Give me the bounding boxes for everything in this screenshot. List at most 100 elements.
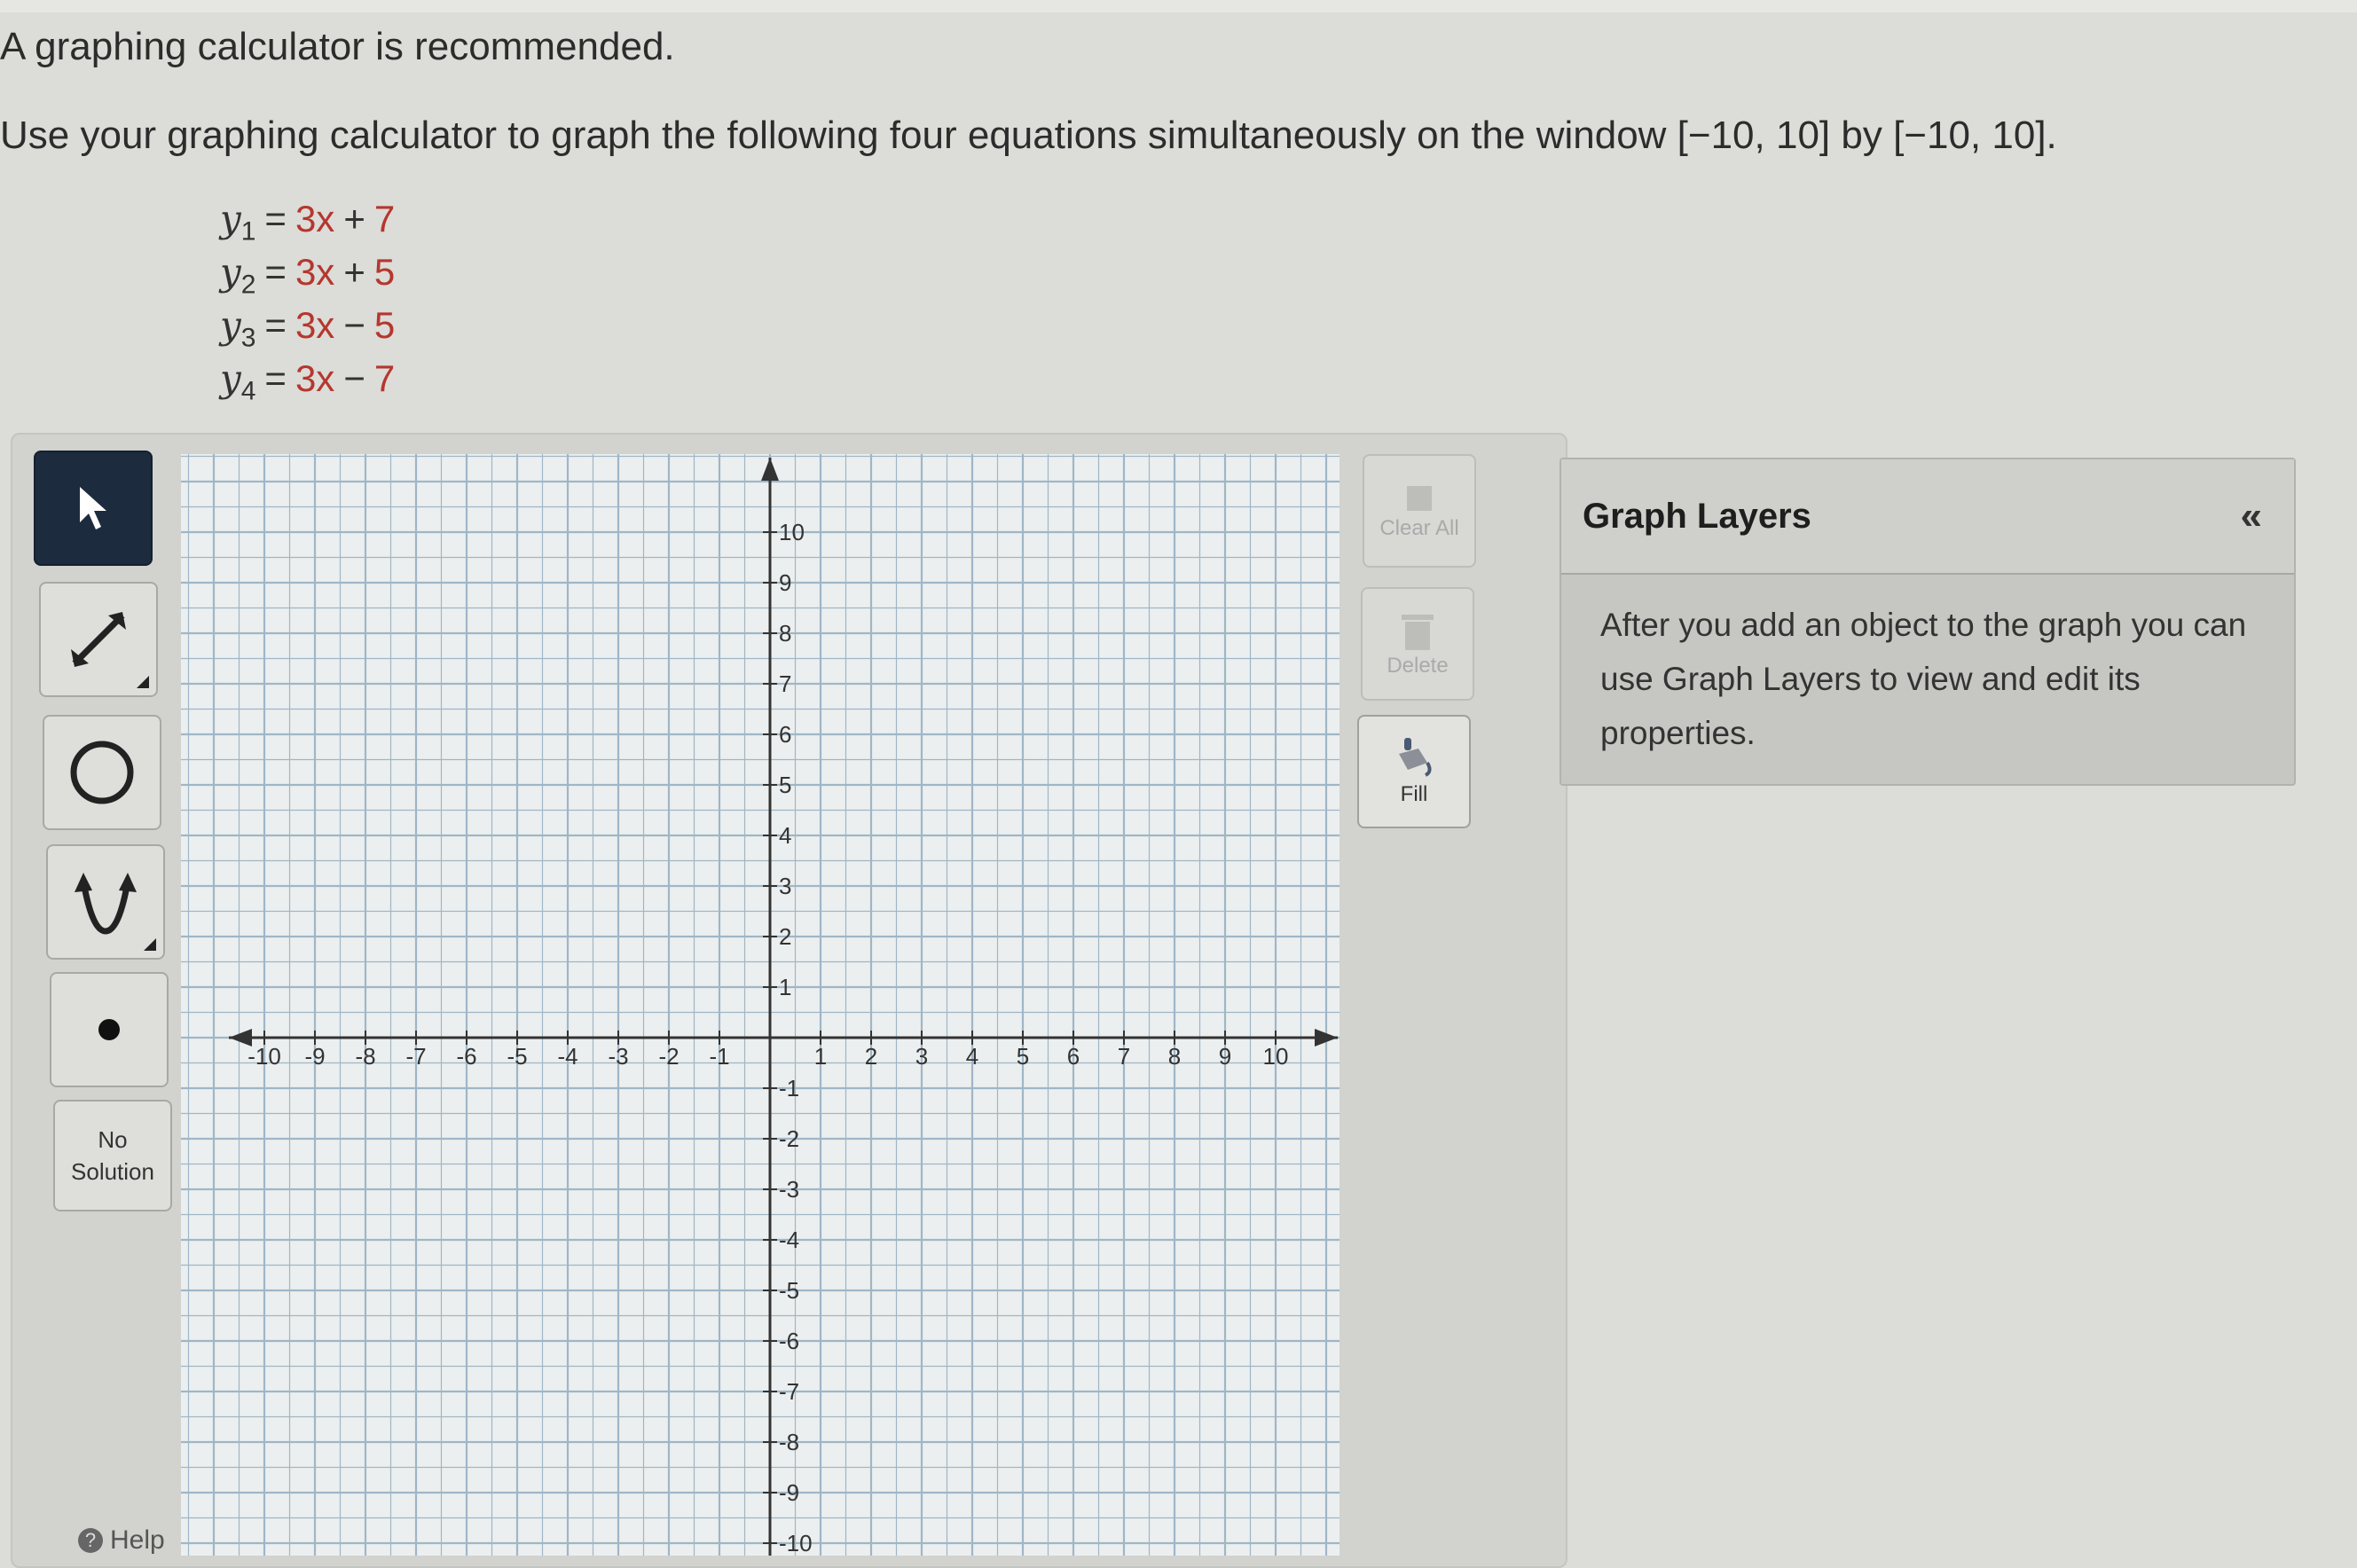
instruction-text: Use your graphing calculator to graph th… bbox=[0, 114, 2057, 157]
equation-2: y2 = 3x +5 bbox=[220, 250, 395, 303]
line-segment-icon bbox=[71, 612, 126, 667]
equation-4: y4 = 3x −7 bbox=[220, 357, 395, 410]
equation-var: y4 bbox=[220, 357, 256, 406]
cursor-arrow-icon bbox=[80, 487, 106, 529]
y-tick-label: 9 bbox=[779, 569, 791, 596]
point-icon bbox=[98, 1019, 120, 1040]
y-tick-label: 2 bbox=[779, 923, 791, 950]
y-tick-label: -6 bbox=[779, 1328, 799, 1354]
equation-operator: − bbox=[343, 357, 365, 399]
paint-bucket-icon bbox=[1399, 738, 1432, 777]
x-tick-label: 9 bbox=[1219, 1043, 1231, 1070]
equation-var: y3 bbox=[220, 303, 256, 353]
circle-tool-button[interactable] bbox=[43, 715, 161, 830]
delete-label: Delete bbox=[1387, 654, 1449, 678]
x-tick-label: 4 bbox=[966, 1043, 978, 1070]
no-solution-label: No Solution bbox=[71, 1126, 154, 1185]
clear-all-icon bbox=[1407, 486, 1432, 511]
equation-term: 3x bbox=[295, 198, 335, 239]
x-tick-label: -8 bbox=[355, 1043, 375, 1070]
x-tick-label: -6 bbox=[456, 1043, 476, 1070]
parabola-tool-button[interactable] bbox=[46, 844, 165, 960]
equation-operator: + bbox=[343, 198, 365, 239]
top-divider bbox=[0, 0, 2357, 12]
equation-term: 3x bbox=[295, 251, 335, 293]
point-tool-button[interactable] bbox=[50, 972, 169, 1087]
equation-constant: 5 bbox=[373, 251, 396, 293]
submenu-indicator-icon bbox=[144, 938, 156, 951]
equation-3: y3 = 3x −5 bbox=[220, 303, 395, 357]
y-tick-label: 5 bbox=[779, 772, 791, 798]
equation-term: 3x bbox=[295, 304, 335, 346]
equals-sign: = bbox=[264, 304, 287, 346]
y-tick-label: -1 bbox=[779, 1075, 799, 1102]
y-tick-label: -10 bbox=[779, 1530, 813, 1556]
graph-layers-header: Graph Layers « bbox=[1561, 459, 2294, 575]
equation-1: y1 = 3x +7 bbox=[220, 197, 395, 250]
graph-layers-panel: Graph Layers « After you add an object t… bbox=[1560, 458, 2296, 786]
y-tick-label: 8 bbox=[779, 620, 791, 647]
equation-var: y1 bbox=[220, 197, 256, 247]
delete-button[interactable]: Delete bbox=[1361, 587, 1474, 701]
x-tick-label: -5 bbox=[507, 1043, 527, 1070]
x-tick-label: 5 bbox=[1017, 1043, 1029, 1070]
help-question-icon: ? bbox=[78, 1528, 103, 1553]
y-tick-label: 3 bbox=[779, 873, 791, 899]
x-tick-label: -4 bbox=[557, 1043, 577, 1070]
grid-background bbox=[181, 454, 1340, 1556]
y-tick-label: -8 bbox=[779, 1429, 799, 1455]
no-solution-button[interactable]: No Solution bbox=[53, 1100, 172, 1211]
y-tick-label: -3 bbox=[779, 1176, 799, 1203]
x-tick-label: -7 bbox=[405, 1043, 426, 1070]
x-tick-label: -10 bbox=[247, 1043, 281, 1070]
equation-list: y1 = 3x +7 y2 = 3x +5 y3 = 3x −5 y4 = 3x −7 bbox=[220, 197, 395, 410]
equation-constant: 7 bbox=[373, 198, 396, 239]
equals-sign: = bbox=[264, 357, 287, 399]
y-tick-label: -5 bbox=[779, 1277, 799, 1304]
equation-term: 3x bbox=[295, 357, 335, 399]
graph-layers-title: Graph Layers bbox=[1583, 496, 1811, 536]
trash-icon bbox=[1402, 615, 1434, 650]
coordinate-grid[interactable]: -10 -9 -8 -7 -6 -5 -4 -3 -2 -1 1 2 3 4 5 6 7 8 9 10 10 9 8 7 6 5 4… bbox=[181, 454, 1340, 1556]
equals-sign: = bbox=[264, 198, 287, 239]
help-label: Help bbox=[110, 1525, 165, 1555]
x-tick-label: -1 bbox=[709, 1043, 729, 1070]
equation-operator: − bbox=[343, 304, 365, 346]
x-tick-label: 2 bbox=[865, 1043, 877, 1070]
x-tick-label: 10 bbox=[1263, 1043, 1289, 1070]
fill-label: Fill bbox=[1400, 782, 1428, 806]
y-tick-label: 1 bbox=[779, 974, 791, 1000]
clear-all-label: Clear All bbox=[1379, 516, 1459, 540]
submenu-indicator-icon bbox=[137, 676, 149, 688]
y-tick-label: -2 bbox=[779, 1125, 799, 1152]
equals-sign: = bbox=[264, 251, 287, 293]
x-tick-label: 3 bbox=[915, 1043, 928, 1070]
x-tick-label: 8 bbox=[1168, 1043, 1181, 1070]
help-link[interactable]: ? Help bbox=[78, 1525, 165, 1556]
y-tick-label: 10 bbox=[779, 519, 805, 545]
y-tick-label: -9 bbox=[779, 1479, 799, 1506]
intro-text: A graphing calculator is recommended. bbox=[0, 25, 675, 68]
y-tick-label: -4 bbox=[779, 1227, 799, 1253]
collapse-double-chevron-icon[interactable]: « bbox=[2241, 494, 2262, 538]
equation-constant: 5 bbox=[373, 304, 396, 346]
x-tick-label: -3 bbox=[608, 1043, 628, 1070]
pointer-tool-button[interactable] bbox=[34, 451, 153, 566]
y-tick-label: 4 bbox=[779, 822, 791, 849]
equation-var: y2 bbox=[220, 250, 256, 300]
graph-canvas[interactable]: -10 -9 -8 -7 -6 -5 -4 -3 -2 -1 1 2 3 4 5 6 7 8 9 10 10 9 8 7 6 5 4… bbox=[181, 454, 1340, 1556]
y-tick-label: -7 bbox=[779, 1378, 799, 1405]
x-tick-label: -2 bbox=[658, 1043, 679, 1070]
parabola-icon bbox=[75, 873, 137, 935]
circle-icon bbox=[70, 741, 134, 804]
graph-layers-description: After you add an object to the graph you… bbox=[1600, 607, 2247, 751]
y-tick-label: 6 bbox=[779, 721, 791, 748]
clear-all-button[interactable]: Clear All bbox=[1363, 454, 1476, 568]
x-tick-label: 1 bbox=[814, 1043, 827, 1070]
x-tick-label: -9 bbox=[304, 1043, 325, 1070]
fill-button[interactable]: Fill bbox=[1357, 715, 1471, 828]
x-tick-label: 7 bbox=[1118, 1043, 1130, 1070]
equation-constant: 7 bbox=[373, 357, 396, 399]
x-tick-label: 6 bbox=[1067, 1043, 1080, 1070]
line-tool-button[interactable] bbox=[39, 582, 158, 697]
